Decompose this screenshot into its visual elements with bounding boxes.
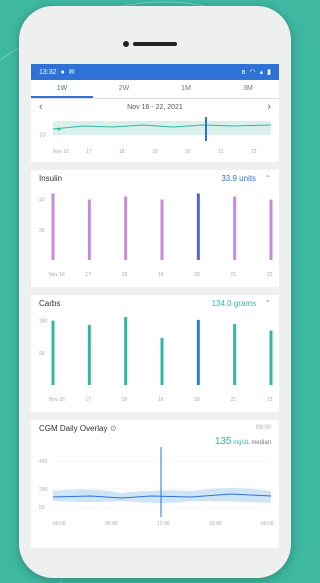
insulin-title: Insulin — [39, 173, 63, 183]
x-tick-label: 20 — [194, 272, 200, 278]
chevron-right-icon[interactable]: › — [267, 101, 271, 113]
x-tick-label: 21 — [231, 397, 237, 403]
percentile-band — [53, 488, 271, 503]
divider — [31, 412, 279, 420]
y-tick-label: 20 — [39, 228, 45, 234]
bar — [87, 199, 91, 260]
date-range-bar: ‹ Nov 16 - 22, 2021 › — [31, 99, 279, 115]
x-tick-label: 20 — [194, 397, 200, 403]
x-tick-label: 18 — [122, 272, 128, 278]
y-tick-label: 180 — [39, 319, 48, 325]
x-tick-label: 21 — [218, 149, 224, 155]
divider — [31, 287, 279, 295]
bar — [124, 196, 128, 260]
carbs-title: Carbs — [39, 298, 61, 308]
x-tick-label: 22 — [251, 149, 257, 155]
carbs-card: Carbs 134.0 grams ⌃ 180 90 Nov 16 17 18 19 20 2… — [31, 295, 279, 412]
overlay-suffix: median — [251, 440, 271, 446]
signal-icon: ▴ — [259, 69, 264, 76]
x-tick-label: 06:00 — [105, 521, 118, 527]
bar — [87, 324, 91, 385]
bar — [124, 317, 128, 385]
y-tick-label: 400 — [39, 459, 48, 465]
camera-icon — [123, 41, 129, 47]
overlay-time: 09:00 — [255, 425, 271, 431]
x-tick-label: Nov 16 — [49, 272, 65, 278]
x-tick-label: 19 — [158, 272, 164, 278]
bar — [51, 193, 55, 260]
glucose-trend-chart: 70 Nov 16 17 18 19 20 21 22 — [39, 117, 272, 155]
x-tick-label: 22 — [267, 397, 273, 403]
carbs-bar-chart: 180 90 Nov 16 17 18 19 20 21 22 — [39, 317, 273, 403]
bar — [196, 193, 200, 260]
status-bar: 13:32 ● ✉ ʙ ◠ ▴ ▮ — [31, 64, 279, 80]
carbs-value: 134.0 grams — [211, 298, 257, 308]
insulin-bar-chart: 40 20 Nov 16 17 18 19 20 21 22 — [39, 193, 273, 278]
x-tick-label: 19 — [158, 397, 164, 403]
x-tick-label: 00:00 — [261, 521, 274, 527]
date-range-label: Nov 16 - 22, 2021 — [127, 103, 183, 111]
bar — [51, 320, 55, 385]
info-icon[interactable]: ⚙ — [110, 424, 117, 433]
overlay-title: CGM Daily Overlay — [39, 423, 108, 433]
chevron-up-icon[interactable]: ⌃ — [264, 174, 271, 183]
wifi-icon: ◠ — [249, 69, 256, 76]
tab-2w[interactable]: 2W — [93, 80, 155, 98]
phone-frame: 13:32 ● ✉ ʙ ◠ ▴ ▮ 1W 2W 1M 3M ‹ Nov 16 -… — [19, 6, 291, 578]
x-tick-label: 18 — [119, 149, 125, 155]
y-tick-label: 200 — [39, 487, 48, 493]
status-time: 13:32 — [39, 68, 57, 76]
x-tick-label: 00:00 — [53, 521, 66, 527]
insulin-value: 33.9 units — [221, 173, 257, 183]
glucose-y-tick: 70 — [39, 133, 46, 139]
bar — [269, 199, 273, 260]
x-tick-label: 12:00 — [157, 521, 170, 527]
y-tick-label: 50 — [39, 505, 45, 511]
x-tick-label: 20 — [185, 149, 191, 155]
cgm-overlay-card: CGM Daily Overlay ⚙ 09:00 135 mg/dL medi… — [31, 420, 279, 536]
x-tick-label: 18:00 — [209, 521, 222, 527]
x-tick-label: Nov 16 — [49, 397, 65, 403]
tab-1m[interactable]: 1M — [155, 80, 217, 98]
x-tick-label: Nov 16 — [53, 149, 69, 155]
bluetooth-icon: ʙ — [241, 68, 246, 76]
x-tick-label: 21 — [231, 272, 237, 278]
x-tick-label: 17 — [85, 272, 91, 278]
bar — [269, 330, 273, 385]
cgm-overlay-chart: 400 200 50 00:00 06:00 12:00 18:00 00:00 — [39, 447, 274, 527]
x-tick-label: 19 — [152, 149, 158, 155]
bar — [196, 319, 200, 385]
bar — [160, 199, 164, 260]
insulin-card: Insulin 33.9 units ⌃ 40 20 Nov 16 17 18 19 20 2… — [31, 170, 279, 287]
x-tick-label: 17 — [85, 397, 91, 403]
chevron-up-icon[interactable]: ⌃ — [264, 299, 271, 308]
recording-icon: ● — [60, 68, 65, 76]
bar — [160, 337, 164, 385]
x-tick-label: 18 — [122, 397, 128, 403]
y-tick-label: 40 — [39, 198, 45, 204]
tab-3m[interactable]: 3M — [217, 80, 279, 98]
app-screen: 13:32 ● ✉ ʙ ◠ ▴ ▮ 1W 2W 1M 3M ‹ Nov 16 -… — [31, 64, 279, 548]
bar — [233, 196, 237, 260]
speaker-grille — [133, 42, 177, 46]
x-tick-label: 17 — [86, 149, 92, 155]
y-tick-label: 90 — [39, 351, 45, 357]
overlay-unit: mg/dL — [233, 440, 250, 446]
bar — [233, 324, 237, 385]
divider — [31, 162, 279, 170]
tab-1w[interactable]: 1W — [31, 80, 93, 98]
x-tick-label: 22 — [267, 272, 273, 278]
battery-icon: ▮ — [267, 69, 271, 76]
email-icon: ✉ — [68, 69, 75, 76]
chevron-left-icon[interactable]: ‹ — [39, 101, 43, 113]
period-tabs: 1W 2W 1M 3M — [31, 80, 279, 99]
overlay-value: 135 — [214, 436, 232, 447]
